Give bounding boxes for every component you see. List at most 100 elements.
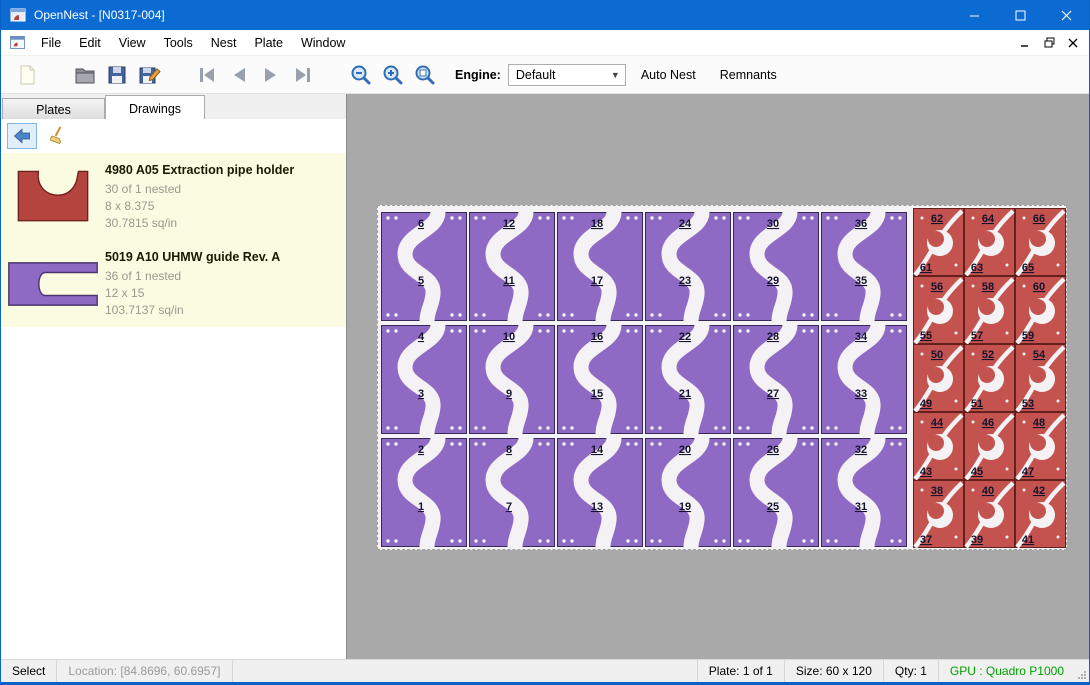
auto-nest-button[interactable]: Auto Nest — [632, 60, 705, 90]
red-part-pair[interactable]: 5453 — [1015, 344, 1066, 412]
svg-text:10: 10 — [503, 331, 515, 343]
red-part-pair[interactable]: 4847 — [1015, 412, 1066, 480]
purple-part-pair[interactable]: 3635 — [821, 212, 907, 321]
zoom-out-button[interactable] — [345, 59, 377, 91]
status-size: Size: 60 x 120 — [784, 660, 883, 682]
svg-text:54: 54 — [1033, 349, 1046, 361]
clear-button[interactable] — [43, 123, 73, 149]
title-bar: OpenNest - [N0317-004] — [1, 0, 1089, 30]
purple-part-pair[interactable]: 2625 — [733, 438, 819, 547]
svg-text:1: 1 — [418, 501, 424, 513]
svg-text:32: 32 — [855, 444, 867, 456]
red-part-pair[interactable]: 5857 — [964, 276, 1015, 344]
purple-part-pair[interactable]: 87 — [469, 438, 555, 547]
red-part-pair[interactable]: 5049 — [913, 344, 964, 412]
red-part-pair[interactable]: 6665 — [1015, 208, 1066, 276]
red-part-pair[interactable]: 4241 — [1015, 480, 1066, 548]
mdi-restore-button[interactable] — [1040, 35, 1058, 51]
svg-text:57: 57 — [971, 330, 983, 342]
drawing-item-5019[interactable]: 5019 A10 UHMW guide Rev. A 36 of 1 neste… — [1, 240, 346, 327]
svg-text:38: 38 — [931, 485, 943, 497]
tab-plates[interactable]: Plates — [2, 98, 105, 119]
svg-text:3: 3 — [418, 388, 424, 400]
resize-grip[interactable] — [1075, 660, 1089, 682]
import-to-plate-button[interactable] — [7, 123, 37, 149]
purple-part-pair[interactable]: 2827 — [733, 325, 819, 434]
engine-select[interactable]: Default ▼ — [508, 64, 626, 86]
purple-part-pair[interactable]: 34 33 — [821, 325, 907, 434]
red-part-pair[interactable]: 6463 — [964, 208, 1015, 276]
svg-text:18: 18 — [591, 218, 603, 230]
purple-part-pair[interactable]: 1413 — [557, 438, 643, 547]
red-part-pair[interactable]: 5251 — [964, 344, 1015, 412]
svg-text:49: 49 — [920, 398, 932, 410]
menu-item-nest[interactable]: Nest — [202, 31, 246, 55]
red-part-pair[interactable]: 4443 — [913, 412, 964, 480]
mdi-restore-icon — [1044, 37, 1055, 48]
drawings-toolbar — [1, 119, 346, 153]
app-icon — [10, 7, 26, 23]
red-part-pair[interactable]: 6059 — [1015, 276, 1066, 344]
menu-item-edit[interactable]: Edit — [70, 31, 110, 55]
save-as-button[interactable] — [133, 59, 165, 91]
purple-part-pair[interactable]: 21 — [381, 438, 467, 547]
purple-part-pair[interactable]: 3231 — [821, 438, 907, 547]
new-button[interactable] — [11, 59, 43, 91]
zoom-in-button[interactable] — [377, 59, 409, 91]
menu-item-window[interactable]: Window — [292, 31, 354, 55]
plate[interactable]: 6512111817242330293635431091615222128273… — [377, 205, 1067, 550]
zoom-fit-button[interactable] — [409, 59, 441, 91]
close-button[interactable] — [1043, 0, 1089, 30]
save-button[interactable] — [101, 59, 133, 91]
tab-drawings[interactable]: Drawings — [105, 95, 205, 119]
purple-part-pair[interactable]: 2221 — [645, 325, 731, 434]
menu-item-tools[interactable]: Tools — [155, 31, 202, 55]
purple-part-pair[interactable]: 43 — [381, 325, 467, 434]
purple-part-pair[interactable]: 109 — [469, 325, 555, 434]
remnants-button[interactable]: Remnants — [711, 60, 786, 90]
svg-text:11: 11 — [503, 275, 515, 287]
svg-text:5: 5 — [418, 275, 424, 287]
red-parts-grid: 626164636665 565558576059 504952515453 4443… — [913, 208, 1066, 548]
main-toolbar: Engine: Default ▼ Auto Nest Remnants — [1, 56, 1089, 94]
red-part-thumbnail — [11, 166, 95, 228]
svg-text:26: 26 — [767, 444, 779, 456]
nav-previous-button[interactable] — [223, 59, 255, 91]
red-part-pair[interactable]: 4039 — [964, 480, 1015, 548]
purple-part-pair[interactable]: 2423 — [645, 212, 731, 321]
svg-text:42: 42 — [1033, 485, 1045, 497]
open-button[interactable] — [69, 59, 101, 91]
red-part-pair[interactable]: 4645 — [964, 412, 1015, 480]
nest-canvas[interactable]: 6512111817242330293635431091615222128273… — [346, 94, 1089, 659]
purple-part-pair[interactable]: 65 — [381, 212, 467, 321]
svg-text:59: 59 — [1022, 330, 1034, 342]
purple-part-pair[interactable]: 3029 — [733, 212, 819, 321]
svg-text:63: 63 — [971, 262, 983, 274]
svg-text:14: 14 — [591, 444, 604, 456]
svg-text:33: 33 — [855, 388, 867, 400]
menu-item-view[interactable]: View — [110, 31, 155, 55]
svg-text:52: 52 — [982, 349, 994, 361]
red-part-pair[interactable]: 6261 — [913, 208, 964, 276]
svg-text:35: 35 — [855, 275, 867, 287]
mdi-close-button[interactable] — [1064, 35, 1082, 51]
purple-part-pair[interactable]: 2019 — [645, 438, 731, 547]
minimize-button[interactable] — [951, 0, 997, 30]
purple-part-pair[interactable]: 1817 — [557, 212, 643, 321]
svg-text:62: 62 — [931, 213, 943, 225]
menu-item-plate[interactable]: Plate — [245, 31, 292, 55]
red-part-pair[interactable]: 5655 — [913, 276, 964, 344]
red-part-pair[interactable]: 3837 — [913, 480, 964, 548]
drawing-item-4980[interactable]: 4980 A05 Extraction pipe holder 30 of 1 … — [1, 153, 346, 240]
nav-next-button[interactable] — [255, 59, 287, 91]
purple-part-pair[interactable]: 1615 — [557, 325, 643, 434]
close-icon — [1061, 10, 1072, 21]
nav-last-button[interactable] — [287, 59, 319, 91]
nav-first-button[interactable] — [191, 59, 223, 91]
svg-text:27: 27 — [767, 388, 779, 400]
purple-part-pair[interactable]: 1211 — [469, 212, 555, 321]
mdi-minimize-button[interactable] — [1016, 35, 1034, 51]
menu-item-file[interactable]: File — [32, 31, 70, 55]
svg-text:34: 34 — [855, 331, 868, 343]
maximize-button[interactable] — [997, 0, 1043, 30]
